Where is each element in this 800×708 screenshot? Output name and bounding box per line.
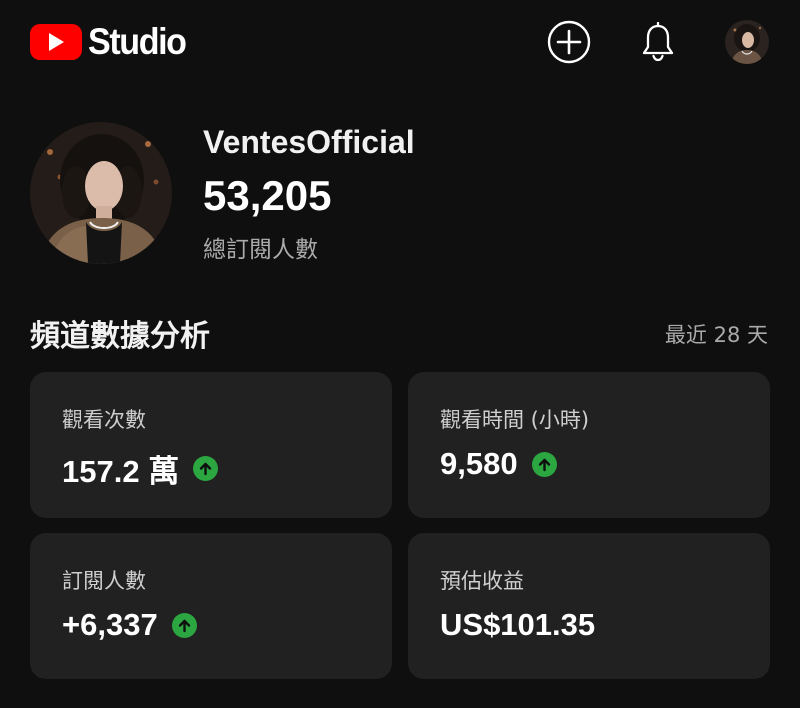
analytics-title: 頻道數據分析	[30, 319, 210, 354]
metric-value-row: +6,337	[62, 607, 197, 643]
metric-value: US$101.35	[440, 607, 596, 642]
youtube-play-icon	[30, 24, 82, 60]
metric-card-watch-time[interactable]: 觀看時間 (小時) 9,580	[408, 372, 770, 518]
studio-logo[interactable]: Studio	[30, 21, 194, 62]
trend-up-icon	[171, 612, 197, 638]
metric-value: +6,337	[62, 607, 158, 642]
notifications-button[interactable]	[636, 20, 680, 64]
bell-icon	[642, 22, 674, 62]
metric-label: 觀看次數	[62, 408, 146, 432]
logo-text: Studio	[88, 21, 187, 62]
metric-value-row: 157.2 萬	[62, 446, 219, 491]
account-avatar-button[interactable]	[725, 20, 769, 64]
metric-card-revenue[interactable]: 預估收益 US$101.35	[408, 533, 770, 679]
trend-up-icon	[193, 456, 219, 481]
subscriber-count: 53,205	[203, 172, 332, 219]
create-button[interactable]	[547, 20, 591, 64]
analytics-date-range: 最近 28 天	[664, 323, 768, 347]
channel-avatar-image	[30, 122, 172, 264]
metric-card-views[interactable]: 觀看次數 157.2 萬	[30, 372, 392, 518]
metric-value-row: 9,580	[440, 446, 557, 482]
metric-value: 157.2 萬	[62, 454, 180, 489]
trend-up-icon	[531, 451, 557, 477]
metric-label: 觀看時間 (小時)	[440, 408, 590, 432]
user-avatar	[725, 20, 769, 64]
metric-label: 預估收益	[440, 569, 524, 593]
channel-avatar[interactable]	[30, 122, 172, 264]
channel-name: VentesOfficial	[203, 124, 415, 160]
top-bar: Studio	[0, 0, 800, 84]
metric-label: 訂閱人數	[62, 569, 146, 593]
metric-value: 9,580	[440, 446, 518, 481]
plus-circle-icon	[547, 20, 591, 64]
subscriber-label: 總訂閱人數	[203, 237, 318, 263]
metric-value-row: US$101.35	[440, 607, 595, 643]
metric-card-subscribers[interactable]: 訂閱人數 +6,337	[30, 533, 392, 679]
